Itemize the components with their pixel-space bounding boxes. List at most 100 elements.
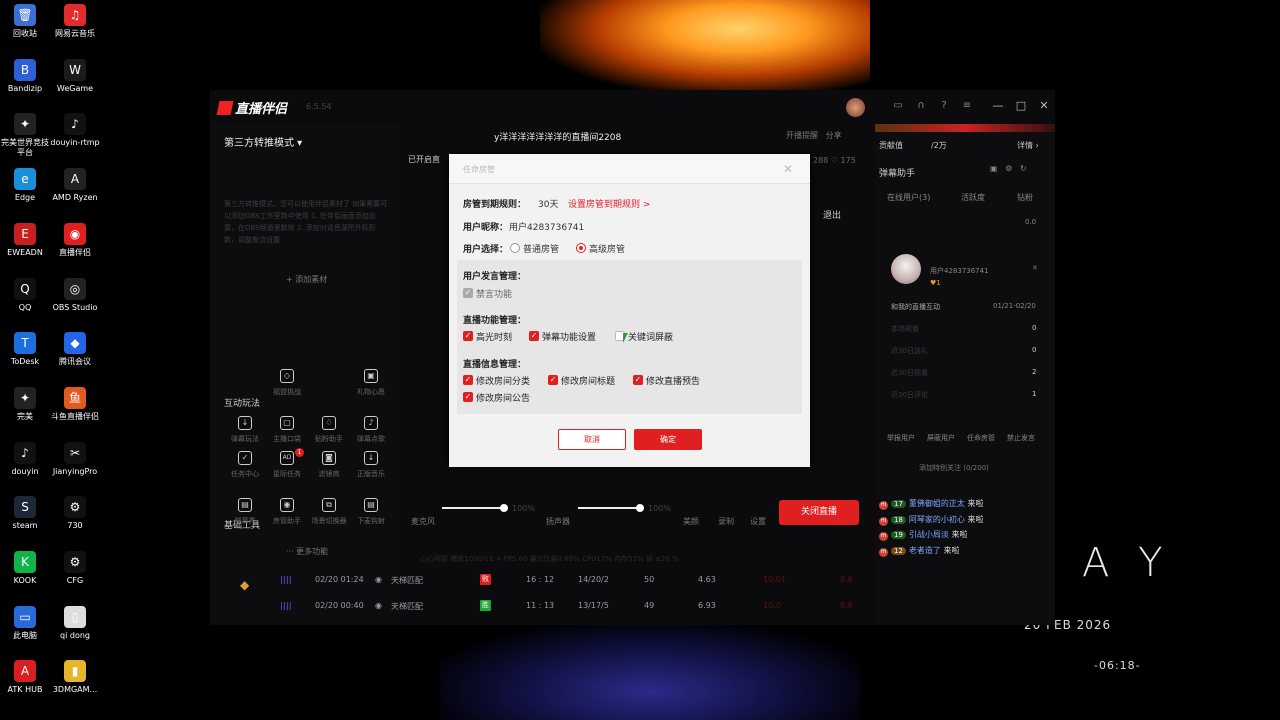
beauty-button[interactable]: 美颜 — [683, 516, 699, 527]
desktop-icon[interactable]: ⚙ 730 — [50, 496, 100, 531]
details-link[interactable]: 详情 › — [1017, 140, 1039, 151]
desktop-icon[interactable]: ♫ 网易云音乐 — [50, 4, 100, 39]
desktop-icon[interactable]: e Edge — [0, 168, 50, 203]
desktop-icon[interactable]: ◎ OBS Studio — [50, 277, 100, 313]
tab-activity[interactable]: 活跃度 — [961, 192, 985, 203]
confirm-button[interactable]: 确定 — [634, 429, 702, 450]
checkbox-danmu-settings-label: 弹幕功能设置 — [542, 333, 597, 343]
checkbox-live-preview[interactable]: ✓ — [633, 375, 643, 385]
desktop-icon[interactable]: Q QQ — [0, 277, 50, 313]
desktop-icon[interactable]: ♪ douyin-rtmp — [50, 113, 100, 148]
add-follow-button[interactable]: 添加特别关注 (0/200) — [919, 463, 989, 473]
tool-label: 下麦钩射 — [357, 517, 385, 525]
close-icon[interactable]: ✕ — [1038, 99, 1050, 112]
settings-button[interactable]: 设置 — [750, 516, 766, 527]
chat-username[interactable]: 引战小局淡 — [909, 530, 949, 539]
tool-item[interactable]: ◙ 滤镜商 — [308, 451, 350, 479]
tool-label: 礼物心愿 — [357, 388, 385, 396]
checkbox-room-category[interactable]: ✓ — [463, 375, 473, 385]
tool-item[interactable]: AD 星际任务 1 — [266, 448, 308, 479]
close-icon[interactable]: ✕ — [783, 162, 793, 176]
exit-button[interactable]: 退出 — [823, 208, 841, 221]
speaker-slider[interactable] — [578, 504, 644, 512]
message-icon[interactable]: ▭ — [892, 100, 904, 111]
desktop-icon[interactable]: 🗑 回收站 — [0, 4, 50, 39]
tool-item[interactable]: ✓ 任务中心 — [224, 451, 266, 479]
desktop-icon[interactable]: A ATK HUB — [0, 660, 50, 695]
refresh-icon[interactable]: ↻ — [1020, 164, 1027, 173]
gear-icon[interactable]: ⚙ — [1005, 164, 1012, 173]
checkbox-room-title[interactable]: ✓ — [548, 375, 558, 385]
user-action-button[interactable]: 任命房管 — [967, 433, 995, 443]
desktop-icon[interactable]: ✂ JianyingPro — [50, 441, 100, 477]
desktop-icon[interactable]: A AMD Ryzen — [50, 168, 100, 203]
radio-advanced-admin[interactable] — [576, 243, 586, 253]
desktop-icon[interactable]: ♪ douyin — [0, 441, 50, 477]
user-action-button[interactable]: 屏蔽用户 — [927, 433, 955, 443]
add-material-button[interactable]: + 添加素材 — [286, 274, 327, 285]
tool-item[interactable]: ⧉ 场景切换器 — [308, 498, 350, 526]
expiry-rule-link[interactable]: 设置房管到期规则 > — [568, 197, 650, 210]
share-button[interactable]: 分享 — [826, 131, 842, 140]
desktop-icon[interactable]: W WeGame — [50, 58, 100, 94]
close-live-button[interactable]: 关闭直播 — [779, 500, 859, 525]
mic-slider[interactable] — [442, 504, 508, 512]
headset-icon[interactable]: ∩ — [915, 100, 927, 111]
chat-username[interactable]: 老者造了 — [909, 546, 941, 555]
desktop-icon[interactable]: ✦ 完美 — [0, 386, 50, 422]
desktop-icon[interactable]: ⚙ CFG — [50, 551, 100, 586]
maximize-icon[interactable]: □ — [1015, 99, 1027, 112]
checkbox-danmu-settings[interactable]: ✓ — [529, 331, 539, 341]
chat-username[interactable]: 董佛御姐的正太 — [909, 499, 965, 508]
pin-icon[interactable]: ▣ — [990, 164, 998, 173]
mic-slider-knob[interactable] — [500, 504, 508, 512]
desktop-icon[interactable]: E EWEADN — [0, 222, 50, 258]
tool-item[interactable]: ♪ 弹幕点歌 — [350, 416, 392, 444]
radio-normal-admin[interactable] — [510, 243, 520, 253]
mode-selector[interactable]: 第三方转推模式 ▾ — [224, 134, 302, 149]
desktop-icon-label: 直播伴侣 — [59, 247, 91, 257]
desktop-icon-label: 730 — [67, 521, 83, 531]
desktop-icon[interactable]: Ssteam — [0, 496, 50, 531]
more-features-button[interactable]: ··· 更多功能 — [286, 546, 328, 557]
tool-item[interactable]: ◉ 房管助手 — [266, 498, 308, 526]
desktop-icon[interactable]: T ToDesk — [0, 332, 50, 367]
help-icon[interactable]: ? — [938, 100, 950, 111]
tool-item[interactable]: ▣ 礼物心愿 — [350, 369, 392, 397]
tool-item[interactable]: ♢ 贴粉助手 — [308, 416, 350, 444]
speaker-slider-knob[interactable] — [636, 504, 644, 512]
chat-username[interactable]: 阿琴家的小初心 — [909, 515, 965, 524]
tab-fans[interactable]: 钻粉 — [1017, 192, 1033, 203]
desktop-icon[interactable]: K KOOK — [0, 551, 50, 586]
desktop-icon[interactable]: ▮ 3DMGAM... — [50, 660, 100, 695]
desktop-icon[interactable]: ▭ 此电脑 — [0, 605, 50, 641]
app-icon: ▮ — [64, 660, 86, 683]
avatar[interactable] — [846, 98, 865, 117]
desktop-icon[interactable]: ◉ 直播伴侣 — [50, 222, 100, 258]
record-button[interactable]: 录制 — [718, 516, 734, 527]
desktop-icon[interactable]: ✦ 完美世界竞技平台 — [0, 113, 50, 158]
minimize-icon[interactable]: — — [992, 99, 1004, 112]
tool-item[interactable]: ◇ 福盟挑战 — [266, 369, 308, 397]
user-card-close-icon[interactable]: ✕ — [1032, 264, 1038, 272]
tool-item[interactable]: ↓ 弹幕玩法 — [224, 416, 266, 444]
tool-label: 星际任务 — [273, 470, 301, 478]
tab-online[interactable]: 在线用户(3) — [887, 192, 930, 203]
checkbox-room-notice[interactable]: ✓ — [463, 392, 473, 402]
tool-item[interactable]: ▤ 下麦钩射 — [350, 498, 392, 526]
desktop-icon[interactable]: B Bandizip — [0, 58, 50, 94]
cancel-button[interactable]: 取消 — [558, 429, 626, 450]
desktop-icon[interactable]: ▯ qi dong — [50, 605, 100, 641]
checkbox-mute[interactable]: ✓ — [463, 288, 473, 298]
menu-icon[interactable]: ≡ — [961, 100, 973, 111]
checkbox-highlight[interactable]: ✓ — [463, 331, 473, 341]
tool-item[interactable]: ↓ 正版音乐 — [350, 451, 392, 479]
desktop-icon[interactable]: ◆ 腾讯会议 — [50, 332, 100, 367]
reminder-button[interactable]: 开播提醒 — [786, 131, 818, 140]
tool-item[interactable]: ▤ 弹幕秀 — [224, 498, 266, 526]
user-action-button[interactable]: 举报用户 — [887, 433, 915, 443]
tool-item[interactable]: ▢ 主播口袋 — [266, 416, 308, 444]
user-action-button[interactable]: 禁止发言 — [1007, 433, 1035, 443]
desktop-icon[interactable]: 鱼斗鱼直播伴侣 — [50, 386, 100, 422]
tool-label: 房管助手 — [273, 517, 301, 525]
